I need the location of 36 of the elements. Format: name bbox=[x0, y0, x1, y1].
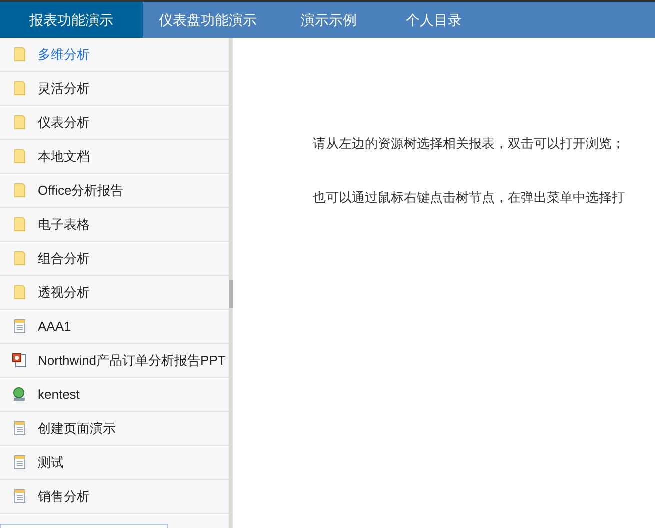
splitter-handle[interactable] bbox=[229, 280, 233, 308]
tree-item[interactable]: 电子表格 bbox=[0, 208, 229, 242]
document-icon bbox=[14, 421, 26, 436]
folder-icon bbox=[14, 149, 26, 164]
folder-icon bbox=[14, 115, 26, 130]
instruction-text: 请从左边的资源树选择相关报表，双击可以打开浏览； bbox=[313, 135, 626, 153]
folder-icon bbox=[14, 251, 26, 266]
nav-tab[interactable]: 演示示例 bbox=[273, 2, 385, 38]
document-icon bbox=[14, 455, 26, 470]
tree-item[interactable]: AAA1 bbox=[0, 310, 229, 344]
splitter-bar[interactable] bbox=[229, 38, 233, 528]
nav-tab[interactable]: 仪表盘功能演示 bbox=[143, 2, 273, 38]
tree-item[interactable]: 销售分析 bbox=[0, 480, 229, 514]
tree-item[interactable]: 测试 bbox=[0, 446, 229, 480]
folder-icon bbox=[14, 285, 26, 300]
instruction-text: 也可以通过鼠标右键点击树节点，在弹出菜单中选择打 bbox=[313, 188, 626, 206]
tree-item[interactable]: 多维分析 bbox=[0, 38, 229, 72]
nav-tab[interactable]: 报表功能演示 bbox=[0, 2, 143, 38]
tree-item[interactable]: Office分析报告 bbox=[0, 174, 229, 208]
tree-item[interactable]: 透视分析 bbox=[0, 276, 229, 310]
document-icon bbox=[14, 319, 26, 334]
tree-item[interactable]: 灵活分析 bbox=[0, 72, 229, 106]
globe-link-icon bbox=[12, 387, 27, 402]
tree-item[interactable]: 仪表分析 bbox=[0, 106, 229, 140]
folder-icon bbox=[14, 81, 26, 96]
folder-icon bbox=[14, 47, 26, 62]
tree-item[interactable]: 组合分析 bbox=[0, 242, 229, 276]
document-icon bbox=[14, 489, 26, 504]
slides-document-icon bbox=[12, 353, 27, 368]
tree-item[interactable]: Northwind产品订单分析报告PPT bbox=[0, 344, 229, 378]
tree-item[interactable]: 本地文档 bbox=[0, 140, 229, 174]
nav-tab[interactable]: 个人目录 bbox=[385, 2, 483, 38]
tree-item[interactable]: kentest bbox=[0, 378, 229, 412]
folder-icon bbox=[14, 183, 26, 198]
folder-icon bbox=[14, 217, 26, 232]
tree-item[interactable]: 创建页面演示 bbox=[0, 412, 229, 446]
